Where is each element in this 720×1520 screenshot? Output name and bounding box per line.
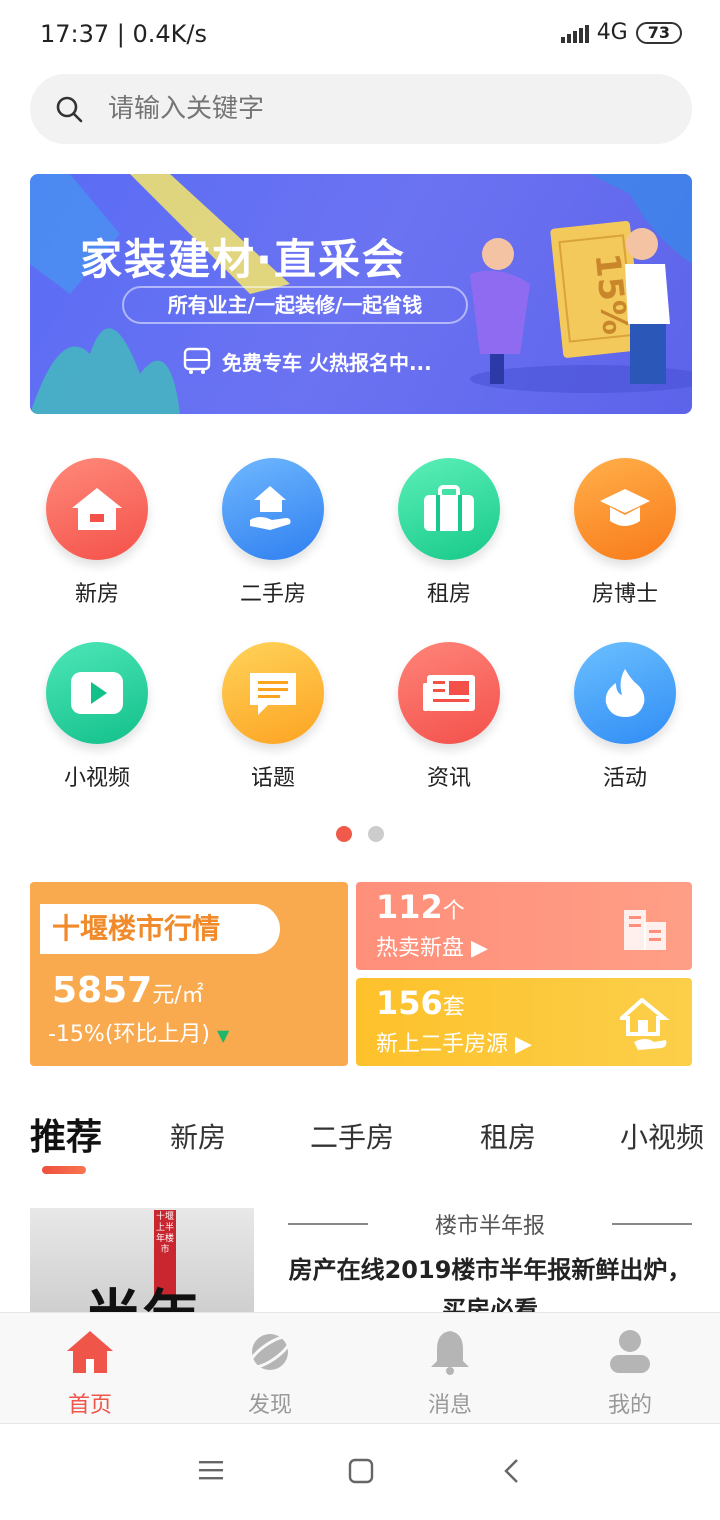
- grid-item-doctor[interactable]: 房博士: [537, 450, 713, 610]
- house-hand-icon: [620, 998, 670, 1050]
- planet-icon: [248, 1334, 292, 1370]
- new-listings-card[interactable]: 112个 热卖新盘 ▶: [356, 882, 692, 970]
- suitcase-icon: [424, 485, 474, 531]
- home-icon: [67, 1331, 113, 1373]
- promo-banner[interactable]: 家装建材·直采会 所有业主/一起装修/一起省钱 免费专车 火热报名中... 15…: [30, 174, 692, 414]
- banner-title: 家装建材·直采会: [80, 235, 406, 284]
- banner-ticket-text: 15%: [586, 251, 635, 337]
- nav-profile[interactable]: 我的: [540, 1327, 720, 1419]
- arrow-right-icon: ▶: [471, 936, 488, 961]
- second-hand-count: 156套: [376, 984, 465, 1022]
- app-screen: 17:37 | 0.4K/s 4G 73 请输入关键字 家装建材·直采会 所有业…: [0, 0, 720, 1520]
- market-change: -15%(环比上月) ▼: [48, 1022, 230, 1047]
- search-bar[interactable]: [30, 74, 692, 144]
- tab-rent[interactable]: 租房: [480, 1116, 536, 1156]
- battery-icon: 73: [635, 21, 682, 44]
- grid-label: 租房: [426, 582, 471, 607]
- market-price-value: 5857: [52, 970, 153, 1011]
- grid-label: 二手房: [239, 582, 306, 607]
- tab-new-house[interactable]: 新房: [170, 1116, 226, 1156]
- grid-label: 话题: [250, 766, 295, 791]
- search-icon: [56, 96, 83, 123]
- signal-icon: [560, 23, 589, 43]
- flame-icon: [605, 669, 645, 717]
- search-input[interactable]: [108, 94, 628, 124]
- down-arrow-icon: ▼: [217, 1026, 230, 1045]
- second-hand-label: 新上二手房源 ▶: [376, 1032, 532, 1057]
- article-thumbnail[interactable]: 十堰上半年楼市 半年: [30, 1208, 254, 1312]
- article-meta: 楼市半年报: [288, 1208, 692, 1240]
- grid-label: 活动: [602, 766, 647, 791]
- article-category: 楼市半年报: [434, 1214, 545, 1239]
- banner-promo: 免费专车 火热报名中...: [182, 346, 432, 376]
- arrow-right-icon: ▶: [515, 1032, 532, 1057]
- second-hand-card[interactable]: 156套 新上二手房源 ▶: [356, 978, 692, 1066]
- back-icon[interactable]: [502, 1458, 522, 1484]
- hand-house-icon: [250, 486, 291, 530]
- status-right: 4G 73: [560, 20, 682, 45]
- bell-icon: [431, 1331, 469, 1375]
- status-bar: 17:37 | 0.4K/s 4G 73: [0, 0, 720, 70]
- nav-discover[interactable]: 发现: [180, 1327, 360, 1419]
- market-title: 十堰楼市行情: [40, 904, 280, 954]
- graduation-cap-icon: [600, 489, 650, 526]
- home-button-icon[interactable]: [348, 1458, 374, 1484]
- bus-icon: [183, 347, 211, 374]
- grid-item-second-hand[interactable]: 二手房: [185, 450, 361, 610]
- tab-second-hand[interactable]: 二手房: [310, 1116, 394, 1156]
- chat-bubble-icon: [250, 673, 296, 715]
- house-icon: [72, 488, 122, 530]
- building-icon: [624, 910, 666, 950]
- grid-label: 房博士: [591, 582, 658, 607]
- banner-promo-text: 免费专车 火热报名中...: [222, 350, 432, 375]
- banner-subtitle: 所有业主/一起装修/一起省钱: [122, 286, 468, 324]
- grid-item-activity[interactable]: 活动: [537, 634, 713, 794]
- system-navigation: [0, 1424, 720, 1520]
- tab-recommend[interactable]: 推荐: [30, 1108, 102, 1160]
- market-price: 5857元/㎡: [52, 970, 204, 1011]
- market-summary-card[interactable]: 十堰楼市行情 5857元/㎡ -15%(环比上月) ▼: [30, 882, 348, 1066]
- grid-item-news[interactable]: 资讯: [361, 634, 537, 794]
- grid-label: 小视频: [63, 766, 130, 791]
- bottom-navigation: 首页 发现 消息 我的: [0, 1312, 720, 1424]
- grid-item-rent[interactable]: 租房: [361, 450, 537, 610]
- newspaper-icon: [423, 675, 475, 711]
- tab-active-indicator: [42, 1166, 86, 1174]
- grid-label: 新房: [74, 582, 119, 607]
- article-title[interactable]: 房产在线2019楼市半年报新鲜出炉，买房必看: [288, 1250, 692, 1312]
- nav-home[interactable]: 首页: [0, 1327, 180, 1419]
- new-listings-label: 热卖新盘 ▶: [376, 936, 488, 961]
- user-icon: [610, 1330, 650, 1373]
- page-indicator: [0, 826, 720, 842]
- grid-label: 资讯: [426, 766, 471, 791]
- status-time: 17:37 | 0.4K/s: [40, 20, 208, 48]
- thumb-text: 半年: [84, 1270, 200, 1312]
- tab-short-video[interactable]: 小视频: [620, 1116, 704, 1156]
- network-type: 4G: [596, 20, 628, 45]
- content-tabs: 推荐 新房 二手房 租房 小视频: [30, 1108, 720, 1178]
- page-dot: [368, 826, 384, 842]
- nav-messages[interactable]: 消息: [360, 1327, 540, 1419]
- menu-icon[interactable]: [198, 1458, 224, 1482]
- market-price-unit: 元/㎡: [152, 983, 204, 1008]
- grid-item-short-video[interactable]: 小视频: [9, 634, 185, 794]
- video-play-icon: [71, 672, 123, 714]
- grid-item-topic[interactable]: 话题: [185, 634, 361, 794]
- divider: [611, 1223, 692, 1225]
- new-listings-count: 112个: [376, 888, 465, 926]
- divider: [288, 1223, 368, 1225]
- grid-item-new-house[interactable]: 新房: [9, 450, 185, 610]
- page-dot-active: [336, 826, 352, 842]
